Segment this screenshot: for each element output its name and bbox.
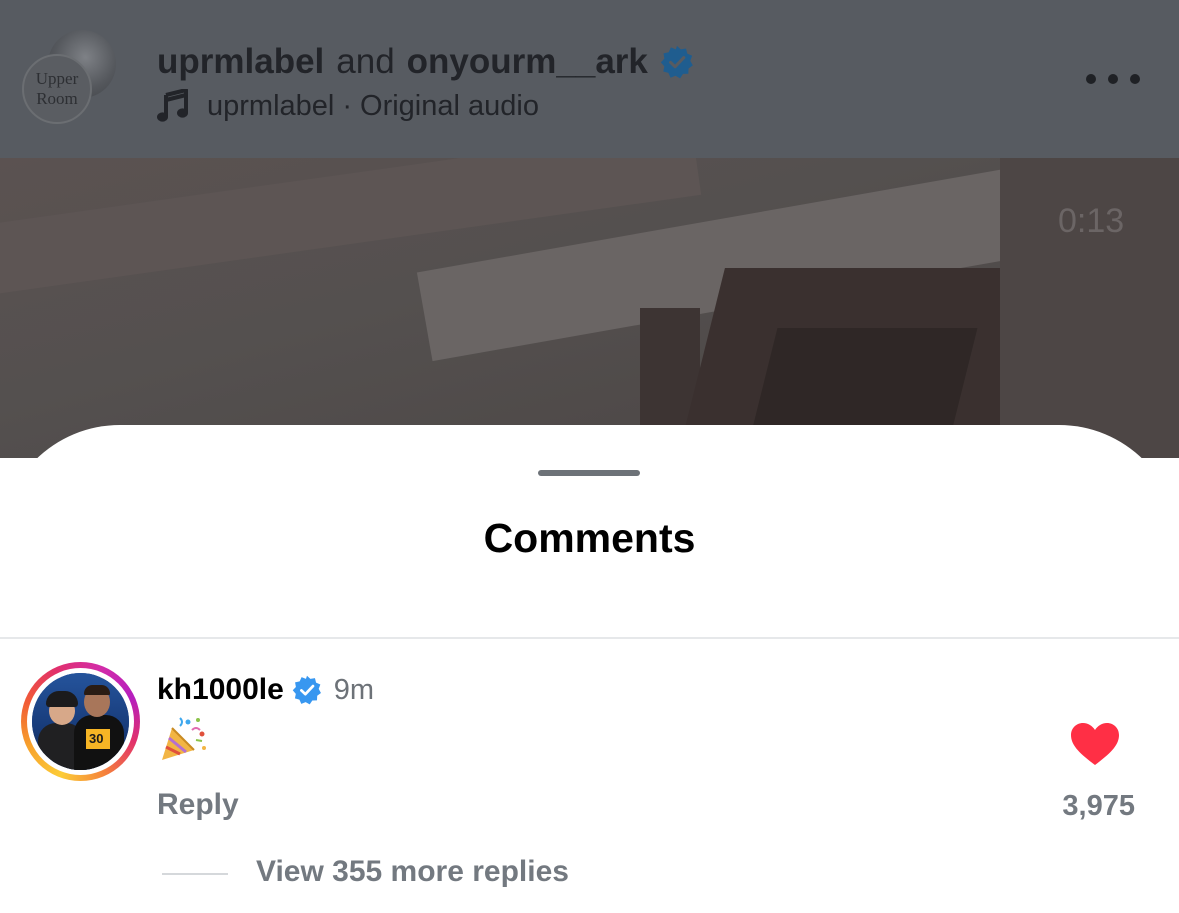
sheet-title: Comments (483, 515, 696, 561)
photo-jersey-number: 30 (89, 731, 104, 746)
video-time-remaining: 0:13 (1058, 202, 1125, 240)
commenter-username[interactable]: kh1000le (157, 673, 284, 707)
more-dot (1086, 74, 1096, 84)
author-link-2[interactable]: onyourm__ark (407, 42, 648, 82)
more-dot (1130, 74, 1140, 84)
header-divider (0, 637, 1179, 639)
author-link-1[interactable]: uprmlabel (157, 42, 324, 82)
collab-avatar[interactable]: Upper Room (22, 30, 118, 126)
more-options-icon[interactable] (1086, 66, 1140, 92)
comment-timestamp: 9m (333, 673, 375, 706)
reel-authors: uprmlabel and onyourm__ark (157, 40, 694, 84)
audio-separator: · (342, 89, 353, 122)
comment-header: kh1000le 9m (157, 669, 374, 711)
sheet-drag-handle[interactable] (538, 470, 640, 476)
view-more-replies-button[interactable]: View 355 more replies (256, 855, 569, 889)
photo-person (84, 685, 110, 695)
replies-divider (162, 873, 228, 875)
photo-person (46, 691, 78, 707)
reel-video[interactable]: 0:13 (0, 158, 1179, 458)
authors-joiner: and (336, 42, 395, 81)
audio-user: uprmlabel (207, 89, 335, 122)
verified-badge-icon (660, 45, 694, 79)
audio-link[interactable]: uprmlabel · Original audio (157, 86, 539, 126)
upper-room-logo: Upper Room (22, 54, 92, 124)
party-popper-icon (158, 714, 208, 764)
logo-text-line2: Room (36, 89, 78, 108)
audio-label: Original audio (360, 89, 539, 122)
logo-text-line1: Upper (35, 69, 79, 88)
music-note-icon (157, 88, 189, 123)
verified-badge-icon (292, 675, 322, 705)
comments-sheet: Comments 30 kh1000le 9m Reply 3,975 View… (0, 425, 1179, 913)
more-dot (1108, 74, 1118, 84)
commenter-avatar-story-ring[interactable]: 30 (21, 662, 140, 781)
commenter-avatar: 30 (32, 673, 129, 770)
reply-button[interactable]: Reply (157, 788, 239, 822)
like-count[interactable]: 3,975 (1062, 790, 1135, 823)
like-heart-icon[interactable] (1069, 721, 1121, 767)
reel-header: Upper Room uprmlabel and onyourm__ark up… (0, 0, 1179, 158)
